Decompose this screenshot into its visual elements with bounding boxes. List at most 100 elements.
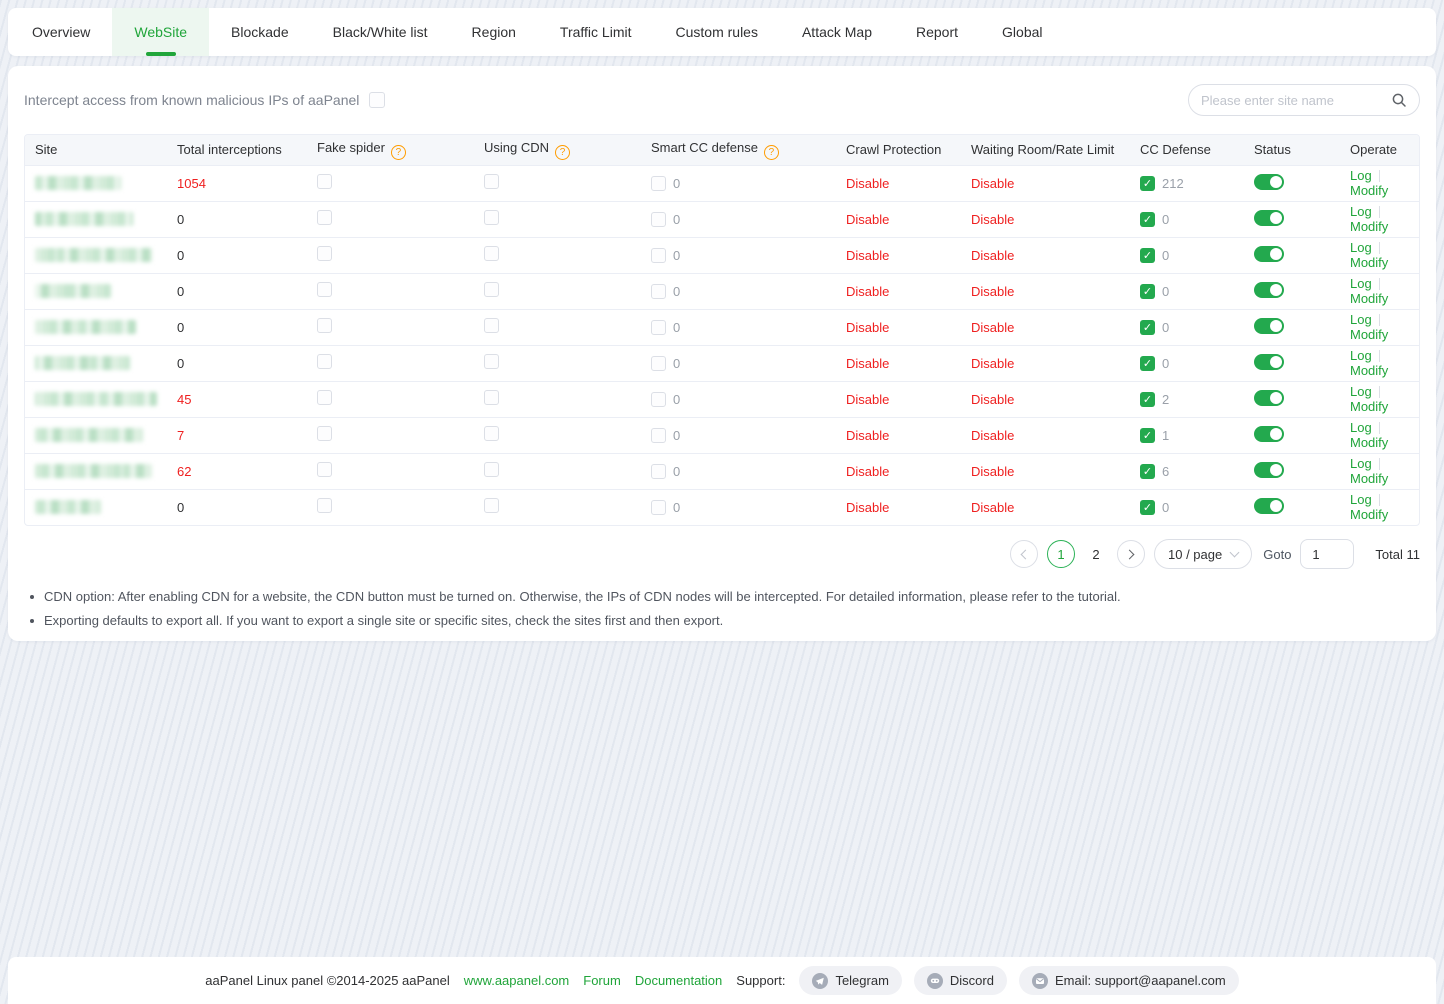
goto-page-input[interactable]	[1300, 539, 1354, 569]
fake-spider-checkbox[interactable]	[317, 498, 332, 513]
cc-defense-checkbox[interactable]: ✓	[1140, 500, 1155, 515]
fake-spider-checkbox[interactable]	[317, 462, 332, 477]
waiting-room-status[interactable]: Disable	[971, 212, 1014, 227]
tab-overview[interactable]: Overview	[10, 8, 112, 56]
waiting-room-status[interactable]: Disable	[971, 284, 1014, 299]
fake-spider-checkbox[interactable]	[317, 210, 332, 225]
tab-region[interactable]: Region	[450, 8, 538, 56]
using-cdn-checkbox[interactable]	[484, 282, 499, 297]
fake-spider-checkbox[interactable]	[317, 354, 332, 369]
fake-spider-checkbox[interactable]	[317, 282, 332, 297]
crawl-protection-status[interactable]: Disable	[846, 320, 889, 335]
modify-link[interactable]: Modify	[1350, 435, 1388, 450]
using-cdn-checkbox[interactable]	[484, 498, 499, 513]
log-link[interactable]: Log	[1350, 168, 1372, 183]
cc-defense-checkbox[interactable]: ✓	[1140, 464, 1155, 479]
log-link[interactable]: Log	[1350, 384, 1372, 399]
cc-defense-checkbox[interactable]: ✓	[1140, 356, 1155, 371]
modify-link[interactable]: Modify	[1350, 471, 1388, 486]
using-cdn-checkbox[interactable]	[484, 426, 499, 441]
using-cdn-checkbox[interactable]	[484, 210, 499, 225]
footer-link-documentation[interactable]: Documentation	[635, 973, 722, 988]
crawl-protection-status[interactable]: Disable	[846, 248, 889, 263]
using-cdn-checkbox[interactable]	[484, 390, 499, 405]
log-link[interactable]: Log	[1350, 420, 1372, 435]
status-toggle[interactable]	[1254, 246, 1284, 262]
log-link[interactable]: Log	[1350, 348, 1372, 363]
smart-cc-defense-checkbox[interactable]	[651, 176, 666, 191]
email-button[interactable]: Email: support@aapanel.com	[1019, 966, 1239, 995]
status-toggle[interactable]	[1254, 318, 1284, 334]
cc-defense-checkbox[interactable]: ✓	[1140, 176, 1155, 191]
fake-spider-checkbox[interactable]	[317, 426, 332, 441]
intercept-malicious-ips-checkbox[interactable]	[369, 92, 385, 108]
help-icon[interactable]: ?	[764, 145, 779, 160]
modify-link[interactable]: Modify	[1350, 507, 1388, 522]
prev-page-button[interactable]	[1010, 540, 1038, 568]
waiting-room-status[interactable]: Disable	[971, 248, 1014, 263]
smart-cc-defense-checkbox[interactable]	[651, 428, 666, 443]
crawl-protection-status[interactable]: Disable	[846, 500, 889, 515]
tab-global[interactable]: Global	[980, 8, 1064, 56]
status-toggle[interactable]	[1254, 174, 1284, 190]
modify-link[interactable]: Modify	[1350, 219, 1388, 234]
fake-spider-checkbox[interactable]	[317, 390, 332, 405]
waiting-room-status[interactable]: Disable	[971, 356, 1014, 371]
smart-cc-defense-checkbox[interactable]	[651, 320, 666, 335]
modify-link[interactable]: Modify	[1350, 291, 1388, 306]
fake-spider-checkbox[interactable]	[317, 318, 332, 333]
tab-custom-rules[interactable]: Custom rules	[654, 8, 780, 56]
cc-defense-checkbox[interactable]: ✓	[1140, 284, 1155, 299]
log-link[interactable]: Log	[1350, 312, 1372, 327]
discord-button[interactable]: Discord	[914, 966, 1007, 995]
tab-black-white-list[interactable]: Black/White list	[311, 8, 450, 56]
tab-website[interactable]: WebSite	[112, 8, 209, 56]
cc-defense-checkbox[interactable]: ✓	[1140, 392, 1155, 407]
using-cdn-checkbox[interactable]	[484, 318, 499, 333]
smart-cc-defense-checkbox[interactable]	[651, 248, 666, 263]
fake-spider-checkbox[interactable]	[317, 246, 332, 261]
log-link[interactable]: Log	[1350, 492, 1372, 507]
status-toggle[interactable]	[1254, 354, 1284, 370]
log-link[interactable]: Log	[1350, 276, 1372, 291]
status-toggle[interactable]	[1254, 462, 1284, 478]
footer-link-forum[interactable]: Forum	[583, 973, 621, 988]
tab-attack-map[interactable]: Attack Map	[780, 8, 894, 56]
page-button-1[interactable]: 1	[1047, 540, 1075, 568]
smart-cc-defense-checkbox[interactable]	[651, 500, 666, 515]
crawl-protection-status[interactable]: Disable	[846, 212, 889, 227]
modify-link[interactable]: Modify	[1350, 255, 1388, 270]
waiting-room-status[interactable]: Disable	[971, 464, 1014, 479]
smart-cc-defense-checkbox[interactable]	[651, 356, 666, 371]
crawl-protection-status[interactable]: Disable	[846, 176, 889, 191]
telegram-button[interactable]: Telegram	[799, 966, 901, 995]
status-toggle[interactable]	[1254, 498, 1284, 514]
status-toggle[interactable]	[1254, 426, 1284, 442]
next-page-button[interactable]	[1117, 540, 1145, 568]
waiting-room-status[interactable]: Disable	[971, 392, 1014, 407]
crawl-protection-status[interactable]: Disable	[846, 464, 889, 479]
cc-defense-checkbox[interactable]: ✓	[1140, 248, 1155, 263]
log-link[interactable]: Log	[1350, 240, 1372, 255]
status-toggle[interactable]	[1254, 390, 1284, 406]
waiting-room-status[interactable]: Disable	[971, 428, 1014, 443]
smart-cc-defense-checkbox[interactable]	[651, 284, 666, 299]
smart-cc-defense-checkbox[interactable]	[651, 464, 666, 479]
cc-defense-checkbox[interactable]: ✓	[1140, 320, 1155, 335]
using-cdn-checkbox[interactable]	[484, 174, 499, 189]
status-toggle[interactable]	[1254, 210, 1284, 226]
help-icon[interactable]: ?	[555, 145, 570, 160]
footer-link-website[interactable]: www.aapanel.com	[464, 973, 570, 988]
modify-link[interactable]: Modify	[1350, 183, 1388, 198]
crawl-protection-status[interactable]: Disable	[846, 428, 889, 443]
using-cdn-checkbox[interactable]	[484, 462, 499, 477]
log-link[interactable]: Log	[1350, 204, 1372, 219]
crawl-protection-status[interactable]: Disable	[846, 356, 889, 371]
search-icon[interactable]	[1391, 92, 1407, 108]
modify-link[interactable]: Modify	[1350, 399, 1388, 414]
modify-link[interactable]: Modify	[1350, 363, 1388, 378]
page-button-2[interactable]: 2	[1084, 547, 1108, 562]
fake-spider-checkbox[interactable]	[317, 174, 332, 189]
log-link[interactable]: Log	[1350, 456, 1372, 471]
tab-report[interactable]: Report	[894, 8, 980, 56]
